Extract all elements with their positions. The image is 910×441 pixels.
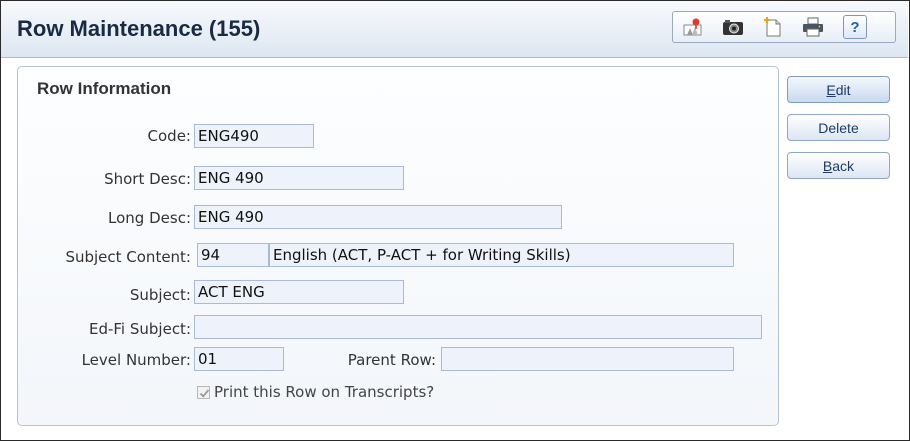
- edit-label-rest: dit: [835, 81, 851, 98]
- back-hotkey: B: [822, 157, 833, 174]
- ed-fi-subject-field[interactable]: [194, 315, 762, 339]
- short-desc-label: Short Desc:: [104, 170, 191, 188]
- toolbar: ?: [672, 11, 896, 43]
- short-desc-field[interactable]: ENG 490: [194, 166, 404, 190]
- long-desc-field[interactable]: ENG 490: [194, 205, 562, 229]
- print-on-transcripts-label: Print this Row on Transcripts?: [214, 383, 435, 401]
- level-number-label: Level Number:: [81, 351, 191, 369]
- edit-hotkey: E: [826, 81, 836, 98]
- parent-row-label: Parent Row:: [347, 351, 436, 369]
- subject-content-code-field[interactable]: 94: [197, 243, 269, 267]
- subject-content-description-field[interactable]: English (ACT, P-ACT + for Writing Skills…: [269, 243, 734, 267]
- edit-button[interactable]: Edit: [787, 76, 890, 103]
- level-number-field[interactable]: 01: [194, 347, 284, 371]
- checkmark-icon: [199, 389, 210, 398]
- back-button[interactable]: Back: [787, 152, 890, 179]
- new-record-icon[interactable]: [753, 13, 793, 41]
- code-label: Code:: [147, 127, 191, 145]
- page-title: Row Maintenance (155): [17, 16, 261, 41]
- ed-fi-subject-label: Ed-Fi Subject:: [88, 320, 191, 338]
- print-on-transcripts-checkbox[interactable]: [197, 386, 210, 399]
- back-label-rest: ack: [832, 157, 855, 174]
- parent-row-field[interactable]: [441, 347, 734, 371]
- subject-content-label: Subject Content:: [65, 248, 191, 266]
- delete-button[interactable]: Delete: [787, 114, 890, 141]
- report-icon[interactable]: [673, 13, 713, 41]
- subject-label: Subject:: [129, 286, 191, 304]
- long-desc-label: Long Desc:: [108, 209, 191, 227]
- camera-icon[interactable]: [713, 13, 753, 41]
- subject-field[interactable]: ACT ENG: [194, 280, 404, 304]
- help-icon[interactable]: ?: [843, 15, 867, 39]
- code-field[interactable]: ENG490: [194, 124, 314, 148]
- print-icon[interactable]: [793, 13, 833, 41]
- section-title: Row Information: [37, 79, 172, 98]
